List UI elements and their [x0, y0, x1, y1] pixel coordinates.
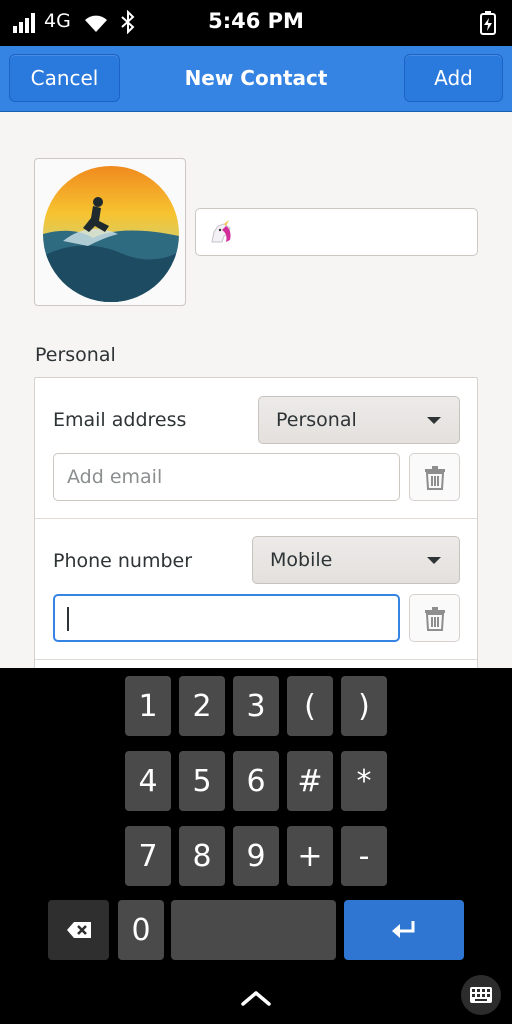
- key-2[interactable]: 2: [179, 676, 225, 736]
- delete-phone-button[interactable]: [409, 594, 460, 642]
- enter-key[interactable]: [344, 900, 464, 960]
- trash-icon: [425, 466, 445, 490]
- key-7[interactable]: 7: [125, 826, 171, 886]
- key-1[interactable]: 1: [125, 676, 171, 736]
- key-hash[interactable]: #: [287, 751, 333, 811]
- add-button[interactable]: Add: [404, 54, 503, 102]
- avatar-button[interactable]: [34, 158, 186, 306]
- email-label: Email address: [53, 409, 187, 431]
- key-9[interactable]: 9: [233, 826, 279, 886]
- battery-charging-icon: [480, 11, 496, 35]
- header-bar: Cancel New Contact Add: [0, 46, 512, 112]
- backspace-key[interactable]: [48, 900, 109, 960]
- key-0[interactable]: 0: [118, 900, 164, 960]
- key-4[interactable]: 4: [125, 751, 171, 811]
- email-type-value: Personal: [276, 409, 357, 431]
- key-plus[interactable]: +: [287, 826, 333, 886]
- key-3[interactable]: 3: [233, 676, 279, 736]
- key-asterisk[interactable]: *: [341, 751, 387, 811]
- space-key[interactable]: [171, 900, 336, 960]
- email-type-dropdown[interactable]: Personal: [258, 396, 460, 444]
- backspace-icon: [66, 922, 91, 938]
- key-6[interactable]: 6: [233, 751, 279, 811]
- phone-type-value: Mobile: [270, 549, 333, 571]
- enter-icon: [392, 921, 415, 938]
- delete-email-button[interactable]: [409, 453, 460, 501]
- chevron-down-icon: [427, 417, 441, 424]
- unicorn-icon: [211, 220, 231, 243]
- avatar: [43, 166, 179, 302]
- key-5[interactable]: 5: [179, 751, 225, 811]
- section-label-personal: Personal: [35, 344, 116, 366]
- chevron-down-icon: [427, 557, 441, 564]
- keyboard-glyph-icon: [470, 987, 492, 1003]
- key-minus[interactable]: -: [341, 826, 387, 886]
- chevron-up-icon[interactable]: [238, 986, 274, 1010]
- email-field[interactable]: Add email: [53, 453, 400, 501]
- name-field[interactable]: [195, 208, 478, 256]
- status-bar: 4G 5:46 PM: [0, 0, 512, 46]
- key-close-paren[interactable]: ): [341, 676, 387, 736]
- divider: [35, 518, 477, 519]
- key-open-paren[interactable]: (: [287, 676, 333, 736]
- keyboard-icon[interactable]: [461, 975, 501, 1015]
- email-placeholder: Add email: [67, 466, 163, 488]
- key-8[interactable]: 8: [179, 826, 225, 886]
- text-caret: [67, 607, 69, 631]
- onscreen-keyboard: 1 2 3 ( ) 4 5 6 # * 7 8 9 + - 0: [0, 668, 512, 1024]
- personal-details-card: Email address Personal Add email Phone n…: [34, 377, 478, 697]
- divider: [35, 659, 477, 660]
- avatar-image: [43, 166, 179, 302]
- phone-field[interactable]: [53, 594, 400, 642]
- phone-label: Phone number: [53, 550, 193, 572]
- clock: 5:46 PM: [208, 9, 304, 33]
- trash-icon: [425, 607, 445, 631]
- phone-type-dropdown[interactable]: Mobile: [252, 536, 460, 584]
